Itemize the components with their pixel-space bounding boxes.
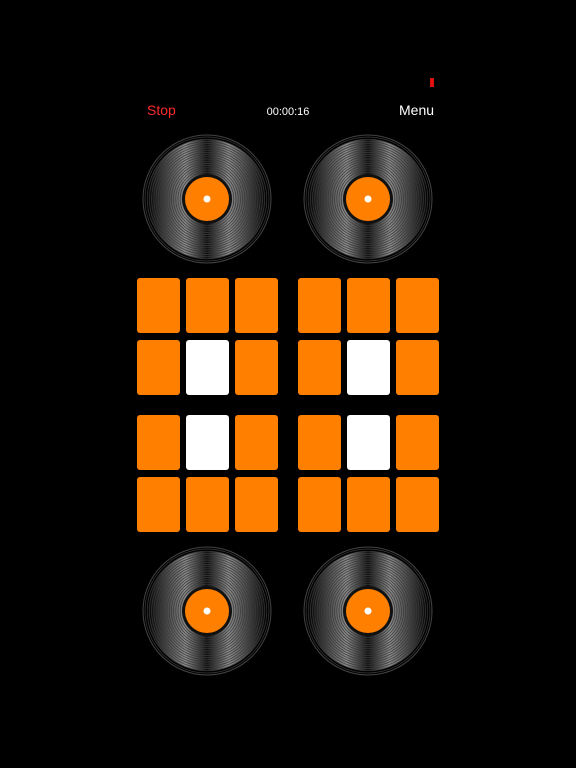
pad-top-right-2[interactable]	[347, 278, 390, 333]
pad-top-left-5[interactable]	[186, 340, 229, 395]
pad-top-left-2[interactable]	[186, 278, 229, 333]
turntable-top-left[interactable]	[142, 134, 272, 264]
vinyl-record-icon	[303, 546, 433, 676]
pad-bottom-right-1[interactable]	[298, 415, 341, 470]
elapsed-timer: 00:00:16	[266, 106, 310, 118]
pad-bottom-right-5[interactable]	[347, 477, 390, 532]
vinyl-record-icon	[303, 134, 433, 264]
turntable-top-right[interactable]	[303, 134, 433, 264]
pad-top-left-6[interactable]	[235, 340, 278, 395]
pad-bottom-left-3[interactable]	[235, 415, 278, 470]
pad-bottom-right-3[interactable]	[396, 415, 439, 470]
pad-top-right-6[interactable]	[396, 340, 439, 395]
pad-bottom-left-2[interactable]	[186, 415, 229, 470]
pad-bottom-right-4[interactable]	[298, 477, 341, 532]
pad-top-left-1[interactable]	[137, 278, 180, 333]
vinyl-record-icon	[142, 546, 272, 676]
pad-top-right-4[interactable]	[298, 340, 341, 395]
pad-bottom-right-6[interactable]	[396, 477, 439, 532]
pad-bottom-right-2[interactable]	[347, 415, 390, 470]
vinyl-record-icon	[142, 134, 272, 264]
pad-bottom-left-5[interactable]	[186, 477, 229, 532]
turntable-bottom-right[interactable]	[303, 546, 433, 676]
pad-top-right-5[interactable]	[347, 340, 390, 395]
pad-bottom-left-4[interactable]	[137, 477, 180, 532]
pad-top-right-1[interactable]	[298, 278, 341, 333]
pad-top-left-4[interactable]	[137, 340, 180, 395]
menu-button[interactable]: Menu	[399, 102, 434, 118]
pad-bottom-left-1[interactable]	[137, 415, 180, 470]
pad-top-left-3[interactable]	[235, 278, 278, 333]
pad-bottom-left-6[interactable]	[235, 477, 278, 532]
battery-indicator	[430, 78, 434, 87]
turntable-bottom-left[interactable]	[142, 546, 272, 676]
pad-top-right-3[interactable]	[396, 278, 439, 333]
